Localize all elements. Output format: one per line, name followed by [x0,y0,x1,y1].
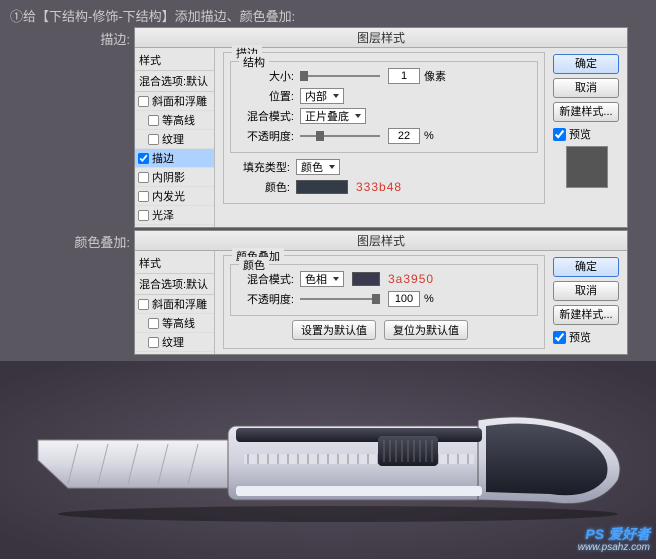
position-label: 位置: [239,88,294,104]
preview-swatch [566,146,608,188]
knife-illustration-area: PS 爱好者 www.psahz.com [0,361,656,559]
inner-shadow-checkbox[interactable] [138,171,149,182]
size-label: 大小: [239,68,294,84]
style-item-bevel[interactable]: 斜面和浮雕 [135,92,214,111]
style-item-satin[interactable]: 光泽 [135,206,214,225]
opacity-input[interactable] [388,291,420,307]
bevel-checkbox[interactable] [138,298,149,309]
blend-options-default[interactable]: 混合选项:默认 [135,71,214,92]
blend-mode-label: 混合模式: [239,271,294,287]
new-style-button[interactable]: 新建样式... [553,305,619,325]
blend-options-default[interactable]: 混合选项:默认 [135,274,214,295]
style-item-inner-shadow[interactable]: 内阴影 [135,168,214,187]
reset-default-button[interactable]: 复位为默认值 [384,320,468,340]
size-slider[interactable] [300,75,380,77]
opacity-slider[interactable] [300,298,380,300]
fill-type-label: 填充类型: [230,159,290,175]
overlay-hex-annotation: 3a3950 [388,272,434,286]
dialog-title: 图层样式 [135,231,627,251]
contour-checkbox[interactable] [148,317,159,328]
style-list-header[interactable]: 样式 [135,50,214,71]
watermark-url: www.psahz.com [578,541,650,555]
overlay-section-label: 颜色叠加: [0,230,130,251]
utility-knife-icon [18,380,638,540]
preview-checkbox[interactable] [553,331,566,344]
opacity-label: 不透明度: [239,128,294,144]
opacity-unit: % [424,293,434,305]
color-label: 颜色: [230,179,290,195]
style-list: 样式 混合选项:默认 斜面和浮雕 等高线 纹理 描边 内阴影 内发光 光泽 [135,48,215,227]
chevron-down-icon [333,94,339,98]
cancel-button[interactable]: 取消 [553,281,619,301]
chevron-down-icon [329,165,335,169]
set-default-button[interactable]: 设置为默认值 [292,320,376,340]
style-item-contour[interactable]: 等高线 [135,314,214,333]
color-swatch[interactable] [296,180,348,194]
ok-button[interactable]: 确定 [553,257,619,277]
style-list: 样式 混合选项:默认 斜面和浮雕 等高线 纹理 [135,251,215,354]
size-unit: 像素 [424,68,446,84]
opacity-label: 不透明度: [239,291,294,307]
instruction-text: ①给【下结构-修饰-下结构】添加描边、颜色叠加: [0,0,656,27]
preview-label: 预览 [569,329,591,345]
inner-glow-checkbox[interactable] [138,190,149,201]
opacity-input[interactable] [388,128,420,144]
structure-legend: 结构 [239,54,269,70]
stroke-section-label: 描边: [0,27,130,48]
blend-mode-label: 混合模式: [239,108,294,124]
position-combo[interactable]: 内部 [300,88,344,104]
style-item-contour[interactable]: 等高线 [135,111,214,130]
dialog-title: 图层样式 [135,28,627,48]
style-item-stroke[interactable]: 描边 [135,149,214,168]
contour-checkbox[interactable] [148,114,159,125]
watermark: PS 爱好者 www.psahz.com [578,527,650,555]
new-style-button[interactable]: 新建样式... [553,102,619,122]
overlay-color-swatch[interactable] [352,272,380,286]
watermark-brand: PS 爱好者 [578,527,650,541]
layer-style-dialog-overlay: 图层样式 样式 混合选项:默认 斜面和浮雕 等高线 纹理 颜色叠加 颜色 混合模… [134,230,628,355]
bevel-checkbox[interactable] [138,95,149,106]
color-legend: 颜色 [239,257,269,273]
opacity-slider[interactable] [300,135,380,137]
satin-checkbox[interactable] [138,209,149,220]
opacity-unit: % [424,130,434,142]
chevron-down-icon [333,277,339,281]
style-item-inner-glow[interactable]: 内发光 [135,187,214,206]
texture-checkbox[interactable] [148,336,159,347]
color-hex-annotation: 333b48 [356,180,402,194]
cancel-button[interactable]: 取消 [553,78,619,98]
fill-type-combo[interactable]: 颜色 [296,159,340,175]
preview-label: 预览 [569,126,591,142]
ok-button[interactable]: 确定 [553,54,619,74]
chevron-down-icon [355,114,361,118]
style-list-header[interactable]: 样式 [135,253,214,274]
preview-checkbox[interactable] [553,128,566,141]
blend-mode-combo[interactable]: 色相 [300,271,344,287]
texture-checkbox[interactable] [148,133,159,144]
blend-mode-combo[interactable]: 正片叠底 [300,108,366,124]
style-item-bevel[interactable]: 斜面和浮雕 [135,295,214,314]
style-item-texture[interactable]: 纹理 [135,130,214,149]
size-input[interactable] [388,68,420,84]
layer-style-dialog-stroke: 图层样式 样式 混合选项:默认 斜面和浮雕 等高线 纹理 描边 内阴影 内发光 … [134,27,628,228]
stroke-checkbox[interactable] [138,152,149,163]
style-item-texture[interactable]: 纹理 [135,333,214,352]
